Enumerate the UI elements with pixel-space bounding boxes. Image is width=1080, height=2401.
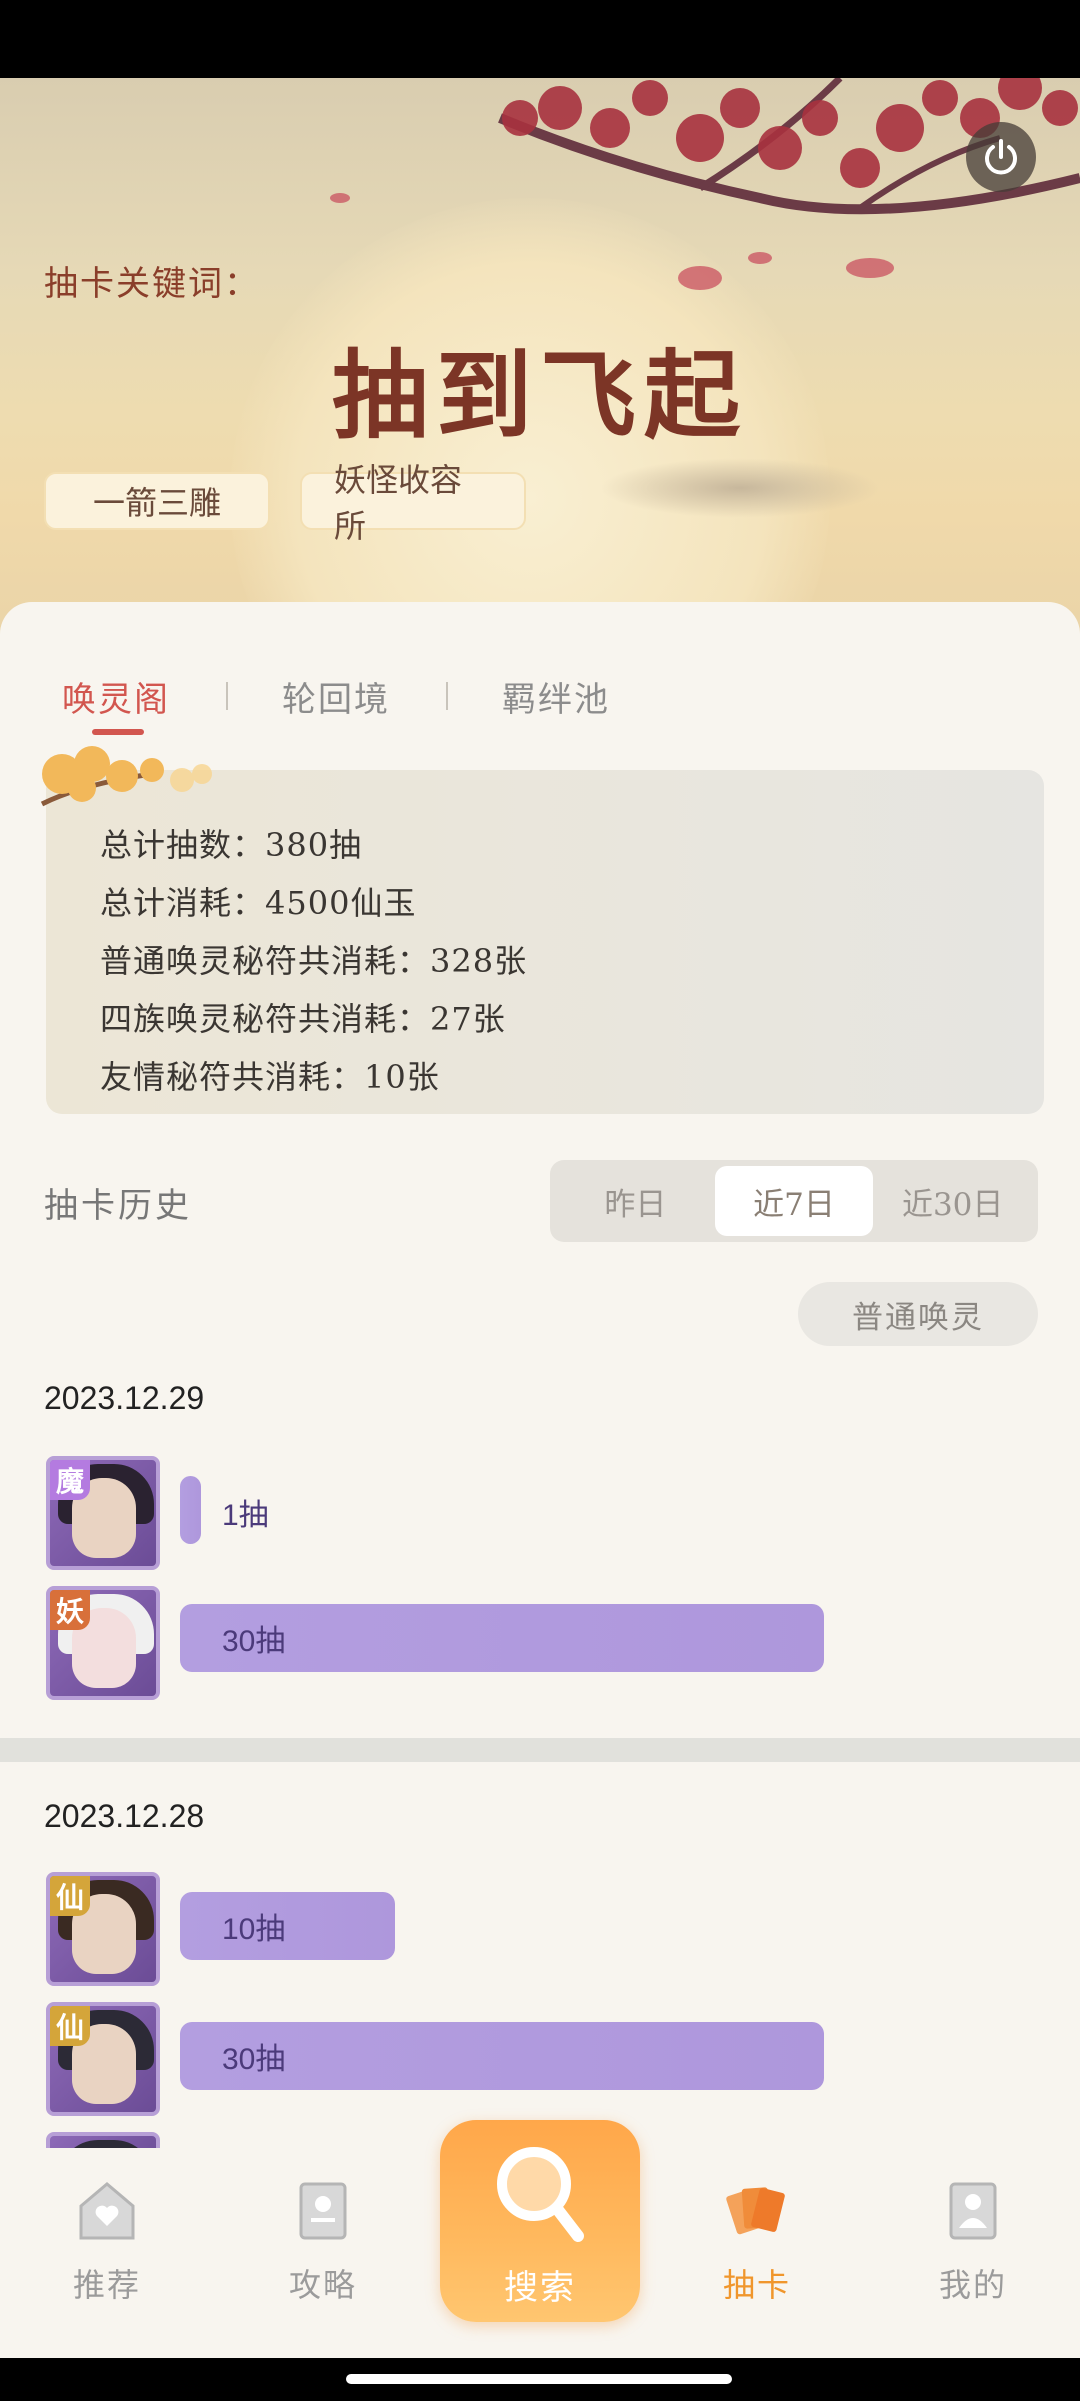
tab-divider <box>226 682 228 710</box>
history-date: 2023.12.28 <box>44 1798 205 1834</box>
tab-jibanchi[interactable]: 羁绊池 <box>502 672 610 721</box>
stats-card: 总计抽数：380抽 总计消耗：4500仙玉 普通唤灵秘符共消耗：328张 四族唤… <box>40 746 1044 1114</box>
keyword-title: 抽到飞起 <box>332 339 748 452</box>
mountain-decoration <box>600 458 880 518</box>
search-button[interactable]: 搜索 <box>440 2120 640 2322</box>
period-selector: 昨日 近7日 近30日 <box>550 1160 1038 1242</box>
stat-total-pulls: 总计抽数：380抽 <box>100 826 363 864</box>
nav-label: 攻略 <box>288 2266 357 2304</box>
power-icon <box>985 139 1017 175</box>
stat-total-cost: 总计消耗：4500仙玉 <box>100 884 417 922</box>
character-avatar[interactable]: 魔 <box>46 1456 160 1570</box>
character-avatar[interactable]: 妖 <box>46 1586 160 1700</box>
keyword-label: 抽卡关键词： <box>44 264 260 304</box>
character-avatar[interactable]: 仙 <box>46 1872 160 1986</box>
period-7-days[interactable]: 近7日 <box>714 1166 874 1236</box>
home-heart-icon <box>79 2182 135 2240</box>
hero-banner: 抽卡关键词： 抽到飞起 一箭三雕 妖怪收容所 <box>0 78 1080 638</box>
pull-count-bar: 30抽 <box>180 2022 824 2090</box>
group-divider <box>0 1738 1080 1762</box>
nav-draw-card[interactable]: 抽卡 <box>682 2178 832 2306</box>
stat-normal-talisman: 普通唤灵秘符共消耗：328张 <box>100 942 528 980</box>
search-icon <box>497 2147 584 2242</box>
clan-badge: 仙 <box>50 1876 90 1916</box>
period-30-days[interactable]: 近30日 <box>873 1166 1032 1236</box>
pull-count-bar: 30抽 <box>180 1604 824 1672</box>
pull-count-label: 30抽 <box>222 1625 286 1658</box>
book-icon <box>299 2182 347 2240</box>
summon-type-filter[interactable]: 普通唤灵 <box>798 1282 1038 1346</box>
nav-label: 抽卡 <box>722 2266 791 2304</box>
history-date: 2023.12.29 <box>44 1380 205 1416</box>
power-button[interactable] <box>966 122 1036 192</box>
tab-lunhuijing[interactable]: 轮回境 <box>282 672 390 721</box>
pull-count-label: 30抽 <box>222 2043 286 2076</box>
tab-huanlingge[interactable]: 唤灵阁 <box>62 672 170 735</box>
cards-icon <box>726 2187 785 2235</box>
content-panel: 唤灵阁 轮回境 羁绊池 总计抽数：380抽 总计消耗：4500仙玉 普通唤灵秘符… <box>0 602 1080 2162</box>
clan-badge: 仙 <box>50 2006 90 2046</box>
pull-count-label: 1抽 <box>222 1499 269 1532</box>
clan-badge: 妖 <box>50 1590 90 1630</box>
profile-icon <box>949 2182 997 2240</box>
nav-label: 搜索 <box>504 2268 576 2308</box>
nav-label: 推荐 <box>72 2266 141 2304</box>
nav-recommend[interactable]: 推荐 <box>32 2178 182 2306</box>
keyword-tag[interactable]: 一箭三雕 <box>44 472 270 530</box>
tab-divider <box>446 682 448 710</box>
clan-badge: 魔 <box>50 1460 90 1500</box>
nav-mine[interactable]: 我的 <box>898 2178 1048 2306</box>
nav-guide[interactable]: 攻略 <box>248 2178 398 2306</box>
character-avatar[interactable]: 仙 <box>46 2002 160 2116</box>
pull-count-bar: 10抽 <box>180 1892 395 1960</box>
home-indicator[interactable] <box>346 2374 732 2384</box>
keyword-tag[interactable]: 妖怪收容所 <box>300 461 526 545</box>
ginkgo-tree-decoration <box>40 746 212 807</box>
pull-count-label: 10抽 <box>222 1913 286 1946</box>
stat-friendship-talisman: 友情秘符共消耗：10张 <box>100 1058 440 1096</box>
period-yesterday[interactable]: 昨日 <box>556 1166 715 1236</box>
status-bar <box>0 0 1080 78</box>
history-title: 抽卡历史 <box>44 1186 192 1226</box>
nav-label: 我的 <box>938 2266 1007 2304</box>
pull-count-bar <box>180 1476 201 1544</box>
stat-clan-talisman: 四族唤灵秘符共消耗：27张 <box>100 1000 506 1038</box>
pool-tabs: 唤灵阁 轮回境 羁绊池 <box>62 666 610 735</box>
